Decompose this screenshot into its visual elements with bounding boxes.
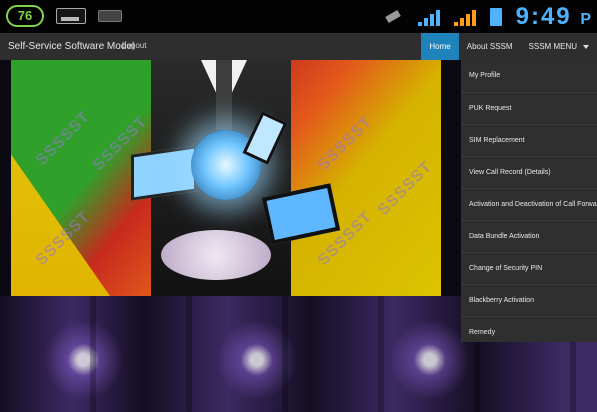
- app-bar: Self-Service Software Model Logout Home …: [0, 33, 597, 60]
- tab-sssm-menu-label: SSSM MENU: [528, 42, 577, 51]
- tab-about-sssm[interactable]: About SSSM: [459, 33, 521, 60]
- hero-banner-image: SSSSST SSSSST SSSSST SSSSST SSSSST SSSSS…: [11, 60, 441, 296]
- keyboard-icon: [98, 10, 122, 22]
- menu-item-sim-replacement[interactable]: SIM Replacement: [461, 125, 597, 157]
- clock-time: 9:49: [515, 2, 572, 30]
- chevron-down-icon: [583, 44, 589, 49]
- menu-item-security-pin[interactable]: Change of Security PIN: [461, 253, 597, 285]
- signal-icon: [417, 8, 440, 26]
- menu-item-blackberry[interactable]: Blackberry Activation: [461, 285, 597, 317]
- menu-item-remedy[interactable]: Remedy: [461, 317, 597, 348]
- menu-item-view-call-record[interactable]: View Call Record (Details): [461, 157, 597, 189]
- status-left: 76: [6, 5, 122, 27]
- menu-item-call-forwarding[interactable]: Activation and Deactivation of Call Forw…: [461, 189, 597, 221]
- battery-icon: [489, 7, 502, 26]
- hero-laptop: [131, 145, 197, 201]
- hero-hands: [161, 230, 271, 280]
- menu-item-puk-request[interactable]: PUK Request: [461, 93, 597, 125]
- mute-icon: [384, 8, 404, 26]
- signal-orange-icon: [453, 8, 476, 26]
- top-nav: Home About SSSM SSSM MENU: [421, 33, 597, 60]
- status-right: 9:49 P: [384, 0, 593, 33]
- menu-item-my-profile[interactable]: My Profile: [461, 60, 597, 93]
- watermark: SSSSST: [32, 108, 94, 170]
- menu-item-data-bundle[interactable]: Data Bundle Activation: [461, 221, 597, 253]
- watermark: SSSSST: [374, 158, 436, 220]
- hero-tie: [216, 60, 232, 130]
- clock-ampm: P: [580, 10, 593, 28]
- logout-link[interactable]: Logout: [122, 41, 146, 50]
- watermark: SSSSST: [314, 113, 376, 175]
- tab-home[interactable]: Home: [421, 33, 459, 60]
- battery-level-indicator: 76: [6, 5, 44, 27]
- app-title: Self-Service Software Model: [8, 41, 135, 52]
- tab-sssm-menu[interactable]: SSSM MENU: [521, 33, 597, 60]
- clock: 9:49 P: [516, 3, 593, 31]
- gallery-icon: [56, 8, 86, 24]
- status-bar: 76 9:49 P: [0, 0, 597, 33]
- sssm-menu-dropdown: My Profile PUK Request SIM Replacement V…: [461, 60, 597, 342]
